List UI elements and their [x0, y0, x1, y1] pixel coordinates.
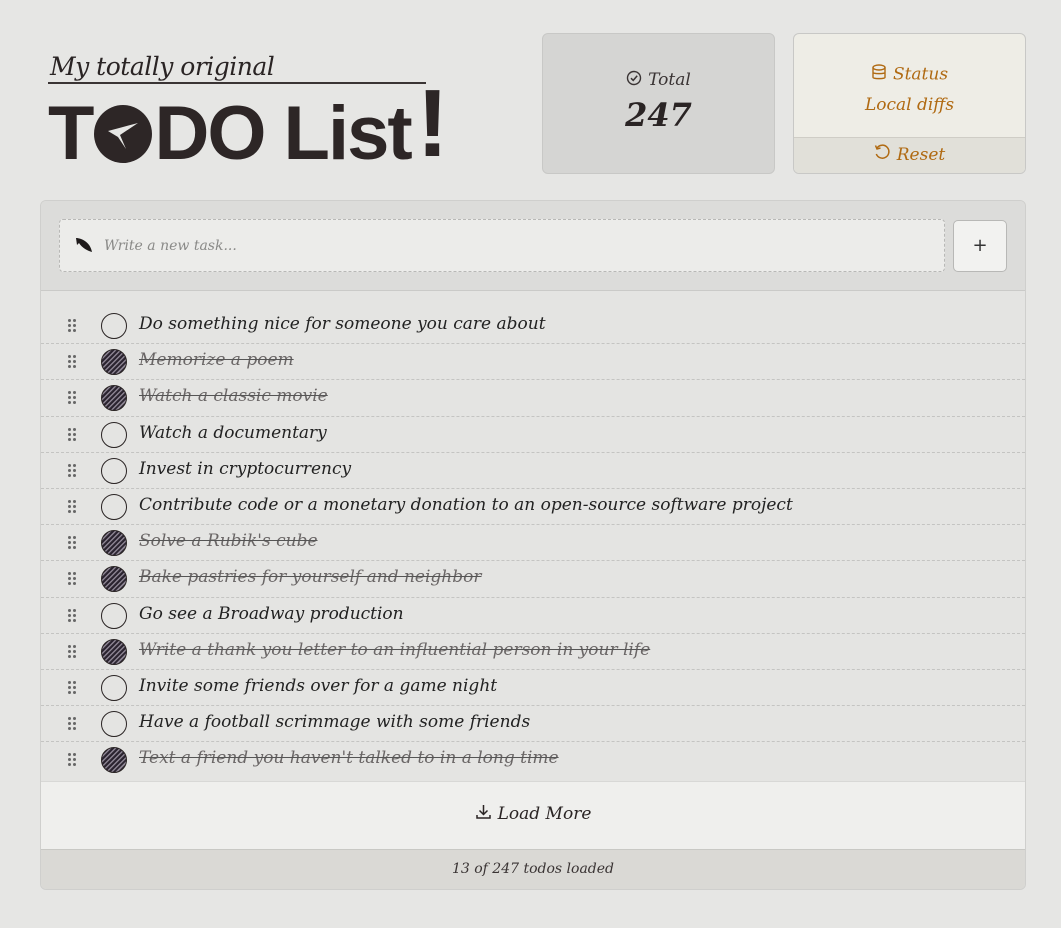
todo-text: Invite some friends over for a game nigh…: [139, 675, 498, 696]
drag-handle-icon[interactable]: [68, 319, 78, 333]
todo-item[interactable]: Contribute code or a monetary donation t…: [41, 489, 1025, 526]
status-value: Local diffs: [864, 95, 955, 115]
todo-checkbox[interactable]: [101, 313, 127, 339]
logo-circle-icon: [94, 105, 153, 163]
todo-item[interactable]: Watch a classic movie: [41, 380, 1025, 417]
todo-item[interactable]: Solve a Rubik's cube: [41, 525, 1025, 562]
add-task-button[interactable]: +: [953, 220, 1007, 272]
todo-text: Text a friend you haven't talked to in a…: [139, 748, 559, 769]
total-card: Total 247: [542, 33, 775, 174]
logo-title: T DO List !: [48, 76, 449, 176]
drag-handle-icon[interactable]: [68, 753, 78, 767]
app-logo: My totally original T DO List !: [48, 48, 468, 172]
status-card: Status Local diffs Reset: [793, 33, 1026, 174]
todo-text: Watch a documentary: [139, 422, 327, 443]
todo-checkbox[interactable]: [101, 530, 127, 557]
load-more-label: Load More: [497, 804, 592, 824]
drag-handle-icon[interactable]: [68, 608, 78, 623]
todo-checkbox[interactable]: [101, 602, 127, 629]
logo-title-rest: DO List: [154, 91, 412, 176]
todo-text: Watch a classic movie: [139, 386, 328, 407]
status-label-row: Status: [794, 64, 1025, 86]
quill-icon: [76, 238, 92, 252]
drag-handle-icon[interactable]: [68, 644, 78, 659]
todo-text: Do something nice for someone you care a…: [139, 314, 546, 334]
todo-item[interactable]: Watch a documentary: [41, 417, 1025, 453]
reset-label: Reset: [896, 145, 946, 165]
drag-handle-icon[interactable]: [68, 536, 78, 550]
status-label: Status: [892, 64, 949, 85]
todo-text: Write a thank you letter to an influenti…: [139, 639, 651, 660]
download-icon: [475, 783, 492, 847]
drag-handle-icon[interactable]: [68, 717, 78, 731]
todo-checkbox[interactable]: [101, 674, 127, 701]
reset-button[interactable]: Reset: [794, 137, 1025, 173]
database-icon: [871, 64, 887, 86]
check-circle-icon: [626, 70, 642, 91]
todo-checkbox[interactable]: [101, 747, 127, 774]
logo-subtitle: My totally original: [50, 52, 275, 81]
logo-title-bang: !: [416, 70, 449, 177]
todo-item[interactable]: Memorize a poem: [41, 344, 1025, 381]
task-input-wrapper[interactable]: [59, 219, 945, 272]
composer: +: [41, 201, 1025, 291]
todo-item[interactable]: Invite some friends over for a game nigh…: [41, 670, 1025, 707]
todo-text: Go see a Broadway production: [139, 603, 404, 624]
todo-item[interactable]: Write a thank you letter to an influenti…: [41, 634, 1025, 670]
todo-item[interactable]: Invest in cryptocurrency: [41, 453, 1025, 489]
todo-checkbox[interactable]: [101, 385, 127, 412]
todo-checkbox[interactable]: [101, 638, 127, 665]
logo-title-t: T: [48, 91, 94, 176]
drag-handle-icon[interactable]: [68, 391, 78, 405]
total-value: 247: [625, 96, 692, 134]
drag-handle-icon[interactable]: [68, 680, 78, 695]
todo-text: Memorize a poem: [139, 350, 294, 371]
todo-checkbox[interactable]: [101, 566, 127, 593]
new-task-input[interactable]: [104, 220, 934, 271]
todo-item[interactable]: Have a football scrimmage with some frie…: [41, 706, 1025, 743]
drag-handle-icon[interactable]: [68, 499, 78, 514]
load-more-button[interactable]: Load More: [41, 781, 1025, 850]
drag-handle-icon[interactable]: [68, 427, 78, 442]
todo-item[interactable]: Go see a Broadway production: [41, 598, 1025, 634]
todo-text: Contribute code or a monetary donation t…: [139, 494, 793, 515]
todo-item[interactable]: Text a friend you haven't talked to in a…: [41, 742, 1025, 778]
todo-checkbox[interactable]: [101, 711, 127, 738]
status-info: Status Local diffs: [794, 34, 1025, 139]
todo-checkbox[interactable]: [101, 421, 127, 448]
todo-text: Have a football scrimmage with some frie…: [139, 712, 531, 733]
drag-handle-icon[interactable]: [68, 463, 78, 478]
todo-checkbox[interactable]: [101, 349, 127, 376]
total-label-row: Total: [543, 70, 774, 91]
todo-text: Solve a Rubik's cube: [139, 531, 318, 552]
todo-item[interactable]: Do something nice for someone you care a…: [41, 308, 1025, 345]
total-label: Total: [648, 70, 691, 90]
drag-handle-icon[interactable]: [68, 572, 78, 586]
loaded-count-footer: 13 of 247 todos loaded: [41, 849, 1025, 889]
todo-checkbox[interactable]: [101, 457, 127, 484]
reset-icon: [874, 139, 891, 173]
todo-list: Do something nice for someone you care a…: [41, 308, 1025, 778]
todo-checkbox[interactable]: [101, 493, 127, 520]
todo-item[interactable]: Bake pastries for yourself and neighbor: [41, 561, 1025, 598]
todo-panel: + Do something nice for someone you care…: [40, 200, 1026, 890]
todo-text: Invest in cryptocurrency: [139, 458, 352, 479]
todo-text: Bake pastries for yourself and neighbor: [139, 567, 482, 588]
drag-handle-icon[interactable]: [68, 355, 78, 369]
